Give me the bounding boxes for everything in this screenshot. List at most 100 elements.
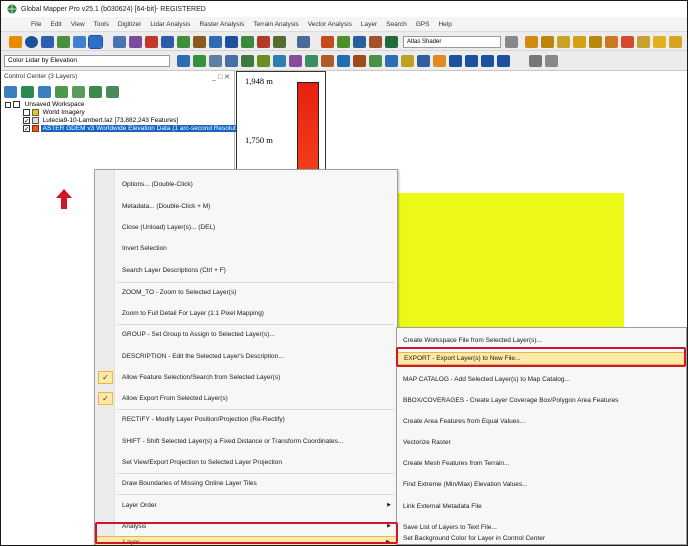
layer-search-icon[interactable] [89, 86, 102, 98]
control-center-header: Control Center (3 Layers) _ □ ✕ [1, 71, 234, 84]
water-icon[interactable] [273, 55, 286, 67]
filter-icon[interactable] [177, 55, 190, 67]
light-icon[interactable] [225, 36, 238, 48]
pixel-icon[interactable] [385, 55, 398, 67]
menu-view[interactable]: View [71, 21, 85, 28]
overlay-icon[interactable] [177, 36, 190, 48]
zoom-in-icon[interactable] [449, 55, 462, 67]
export-icon[interactable] [57, 36, 70, 48]
layer-row-world-imagery[interactable]: World Imagery [23, 109, 85, 117]
measure-icon[interactable] [545, 55, 558, 67]
shader-dropdown[interactable]: Atlas Shader [403, 36, 501, 48]
view-shed-icon[interactable] [257, 36, 270, 48]
menu-file[interactable]: File [31, 21, 41, 28]
terrain-icon[interactable] [273, 36, 286, 48]
menu-help[interactable]: Help [438, 21, 451, 28]
hand-icon[interactable] [417, 55, 430, 67]
menu-terrain-analysis[interactable]: Terrain Analysis [253, 21, 299, 28]
layer-name-selected: ASTER GDEM v3 Worldwide Elevation Data (… [40, 125, 249, 133]
menu-search[interactable]: Search [386, 21, 407, 28]
grid-icon[interactable] [113, 36, 126, 48]
digitizer-icon[interactable] [73, 36, 86, 48]
layer-settings-icon[interactable] [106, 86, 119, 98]
config-icon[interactable] [129, 36, 142, 48]
collapse-toggle-icon[interactable] [5, 101, 11, 108]
layer-visibility-icon[interactable] [21, 86, 34, 98]
workspace-node[interactable]: Unsaved Workspace [5, 101, 84, 109]
contour-icon[interactable] [321, 36, 334, 48]
layer-filter-icon[interactable] [72, 86, 85, 98]
layer-group-icon[interactable] [55, 86, 68, 98]
roof-icon[interactable] [321, 55, 334, 67]
menu-edit[interactable]: Edit [50, 21, 61, 28]
slope-icon[interactable] [385, 36, 398, 48]
menu-lidar-analysis[interactable]: Lidar Analysis [150, 21, 190, 28]
control-center-icon[interactable] [88, 35, 103, 49]
magic-wand-icon[interactable] [401, 55, 414, 67]
menu-layer[interactable]: Layer [361, 21, 377, 28]
open-data-icon[interactable] [25, 36, 38, 48]
ground-icon[interactable] [241, 55, 254, 67]
elevation-icon[interactable] [369, 36, 382, 48]
noise-icon[interactable] [337, 55, 350, 67]
hill-icon[interactable] [557, 36, 570, 48]
break-line-icon[interactable] [353, 55, 366, 67]
pan-icon[interactable] [433, 55, 446, 67]
layer-row-aster-gdem[interactable]: ✓ ASTER GDEM v3 Worldwide Elevation Data… [23, 125, 249, 133]
path-profile-icon[interactable] [241, 36, 254, 48]
peak-icon[interactable] [573, 36, 586, 48]
home-icon[interactable] [497, 55, 510, 67]
submenu-arrow-icon: ▶ [387, 502, 391, 508]
power-line-icon[interactable] [369, 55, 382, 67]
pencil-icon[interactable] [529, 55, 542, 67]
menu-gps[interactable]: GPS [416, 21, 430, 28]
vegetation-icon[interactable] [257, 55, 270, 67]
layer-icon[interactable] [161, 36, 174, 48]
menu-vector-analysis[interactable]: Vector Analysis [308, 21, 352, 28]
legend-mid-label: 1,750 m [245, 135, 273, 145]
workspace-checkbox[interactable] [12, 101, 20, 108]
ridge-icon[interactable] [589, 36, 602, 48]
lidar-toolbar: Color Lidar by Elevation [1, 51, 687, 71]
volume-icon[interactable] [353, 36, 366, 48]
more-tools-icon[interactable] [669, 36, 682, 48]
layer-table-icon[interactable] [38, 86, 51, 98]
cut-fill-icon[interactable] [621, 36, 634, 48]
layer-checkbox[interactable]: ✓ [23, 117, 30, 125]
elevation-layer-icon [31, 125, 39, 132]
layer-row-lidar[interactable]: ✓ Lutecia9-10-Lambert.laz [73,882,243 Fe… [23, 117, 178, 125]
capture-icon[interactable] [145, 36, 158, 48]
menu-separator [117, 409, 394, 410]
route-icon[interactable] [209, 36, 222, 48]
watershed-icon[interactable] [337, 36, 350, 48]
new-workspace-icon[interactable] [9, 36, 22, 48]
point-cloud-layer-icon [31, 117, 39, 124]
shader-options-icon[interactable] [505, 36, 518, 48]
mountain-icon[interactable] [541, 36, 554, 48]
point-cloud-icon[interactable] [209, 55, 222, 67]
analysis-icon[interactable] [653, 36, 666, 48]
menu-digitizer[interactable]: Digitizer [118, 21, 141, 28]
building-icon[interactable] [289, 55, 302, 67]
back-icon[interactable] [481, 55, 494, 67]
menu-tools[interactable]: Tools [94, 21, 109, 28]
layer-options-icon[interactable] [4, 86, 17, 98]
terrain-3d-icon[interactable] [525, 36, 538, 48]
menu-raster-analysis[interactable]: Raster Analysis [199, 21, 244, 28]
lidar-color-dropdown[interactable]: Color Lidar by Elevation [4, 55, 170, 67]
zoom-out-icon[interactable] [465, 55, 478, 67]
shader-icon[interactable] [297, 36, 310, 48]
layer-checkbox[interactable]: ✓ [23, 125, 30, 133]
valley-icon[interactable] [605, 36, 618, 48]
panel-window-controls[interactable]: _ □ ✕ [212, 73, 230, 81]
save-icon[interactable] [41, 36, 54, 48]
classify-icon[interactable] [193, 55, 206, 67]
feature-info-icon[interactable] [193, 36, 206, 48]
title-bar: Global Mapper Pro v25.1 (b030624) [64-bi… [1, 1, 687, 17]
tree-icon[interactable] [305, 55, 318, 67]
lidar-query-icon[interactable] [225, 55, 238, 67]
grid-terrain-icon[interactable] [637, 36, 650, 48]
layer-checkbox[interactable] [23, 109, 30, 116]
submenu-item-background-color[interactable]: Set Background Color for Layer in Contro… [397, 534, 686, 544]
control-center-toolbar [1, 84, 234, 101]
